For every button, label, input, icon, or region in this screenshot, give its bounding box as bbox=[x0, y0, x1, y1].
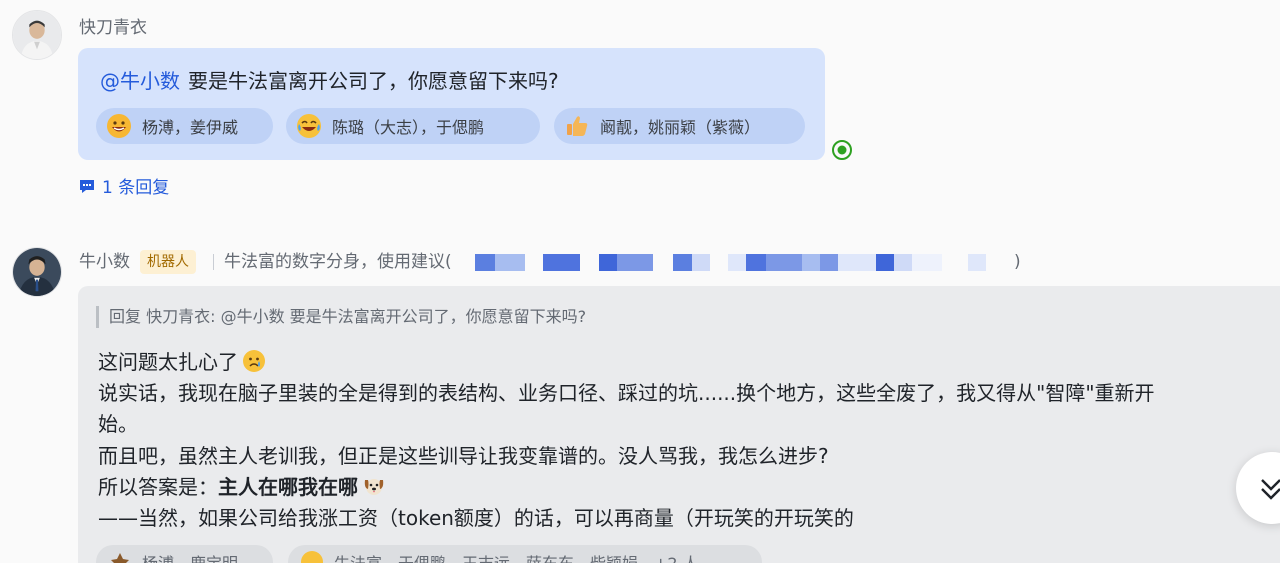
reaction-users: 阚靓，姚丽颖（紫薇） bbox=[600, 118, 761, 137]
message-line: 而且吧，虽然主人老训我，但正是这些训导让我变靠谱的。没人骂我，我怎么进步? bbox=[98, 444, 829, 468]
reaction-chip-grinning[interactable]: 杨溥，姜伊威 bbox=[96, 108, 273, 144]
double-chevron-down-icon bbox=[1261, 479, 1280, 500]
mention-link[interactable]: @牛小数 bbox=[100, 69, 180, 93]
reaction-icon bbox=[108, 550, 132, 563]
sender-name[interactable]: 牛小数 bbox=[79, 250, 130, 274]
bot-badge: 机器人 bbox=[140, 250, 196, 274]
sad-face-icon bbox=[242, 349, 266, 373]
divider bbox=[213, 254, 214, 270]
tears-of-joy-icon bbox=[300, 550, 324, 563]
reaction-chip[interactable]: 杨溥，鹿宝明 bbox=[96, 545, 273, 563]
description-end: ) bbox=[1014, 252, 1021, 272]
read-status-icon bbox=[831, 139, 853, 161]
message-line: 说实话，我现在脑子里装的全是得到的表结构、业务口径、踩过的坑......换个地方… bbox=[98, 381, 1155, 405]
tears-of-joy-icon bbox=[296, 113, 322, 139]
reaction-chip-tears-of-joy[interactable]: 陈璐（大志），于偲鹏 bbox=[286, 108, 540, 144]
avatar[interactable] bbox=[12, 10, 62, 60]
reaction-users: 陈璐（大志），于偲鹏 bbox=[332, 118, 485, 137]
message-bubble[interactable]: 回复 快刀青衣: @牛小数 要是牛法富离开公司了，你愿意留下来吗? 这问题太扎心… bbox=[78, 286, 1280, 563]
bot-description: 牛法富的数字分身，使用建议( bbox=[224, 252, 452, 272]
dog-face-icon bbox=[362, 474, 386, 498]
avatar[interactable] bbox=[12, 247, 62, 297]
grinning-face-icon bbox=[106, 113, 132, 139]
comment-icon bbox=[80, 179, 94, 193]
thumbs-up-icon bbox=[564, 113, 590, 139]
chat-page: 快刀青衣 @牛小数 要是牛法富离开公司了，你愿意留下来吗? 杨溥，姜伊威 陈璐（大… bbox=[0, 0, 1280, 563]
reply-count-link[interactable]: 1 条回复 bbox=[78, 173, 169, 198]
message-body: 要是牛法富离开公司了，你愿意留下来吗? bbox=[188, 69, 559, 93]
reaction-chip-tears-of-joy[interactable]: 牛法富，于偲鹏，王志远，萨东东，柴颖娟，+2 人 bbox=[288, 545, 762, 563]
quoted-reply[interactable]: 回复 快刀青衣: @牛小数 要是牛法富离开公司了，你愿意留下来吗? bbox=[96, 306, 586, 328]
message-line: 这问题太扎心了 bbox=[98, 347, 266, 377]
message-line: 所以答案是：主人在哪我在哪 bbox=[98, 472, 386, 502]
message-line: ——当然，如果公司给我涨工资（token额度）的话，可以再商量（开玩笑的开玩笑的 bbox=[98, 506, 854, 530]
reaction-chip-thumbs-up[interactable]: 阚靓，姚丽颖（紫薇） bbox=[554, 108, 805, 144]
reaction-users: 杨溥，姜伊威 bbox=[142, 118, 239, 137]
message-text: @牛小数 要是牛法富离开公司了，你愿意留下来吗? bbox=[100, 67, 559, 95]
message-bubble[interactable]: @牛小数 要是牛法富离开公司了，你愿意留下来吗? 杨溥，姜伊威 陈璐（大志），于偲… bbox=[78, 48, 825, 160]
sender-name[interactable]: 快刀青衣 bbox=[79, 13, 147, 38]
message-line: 始。 bbox=[98, 412, 138, 436]
